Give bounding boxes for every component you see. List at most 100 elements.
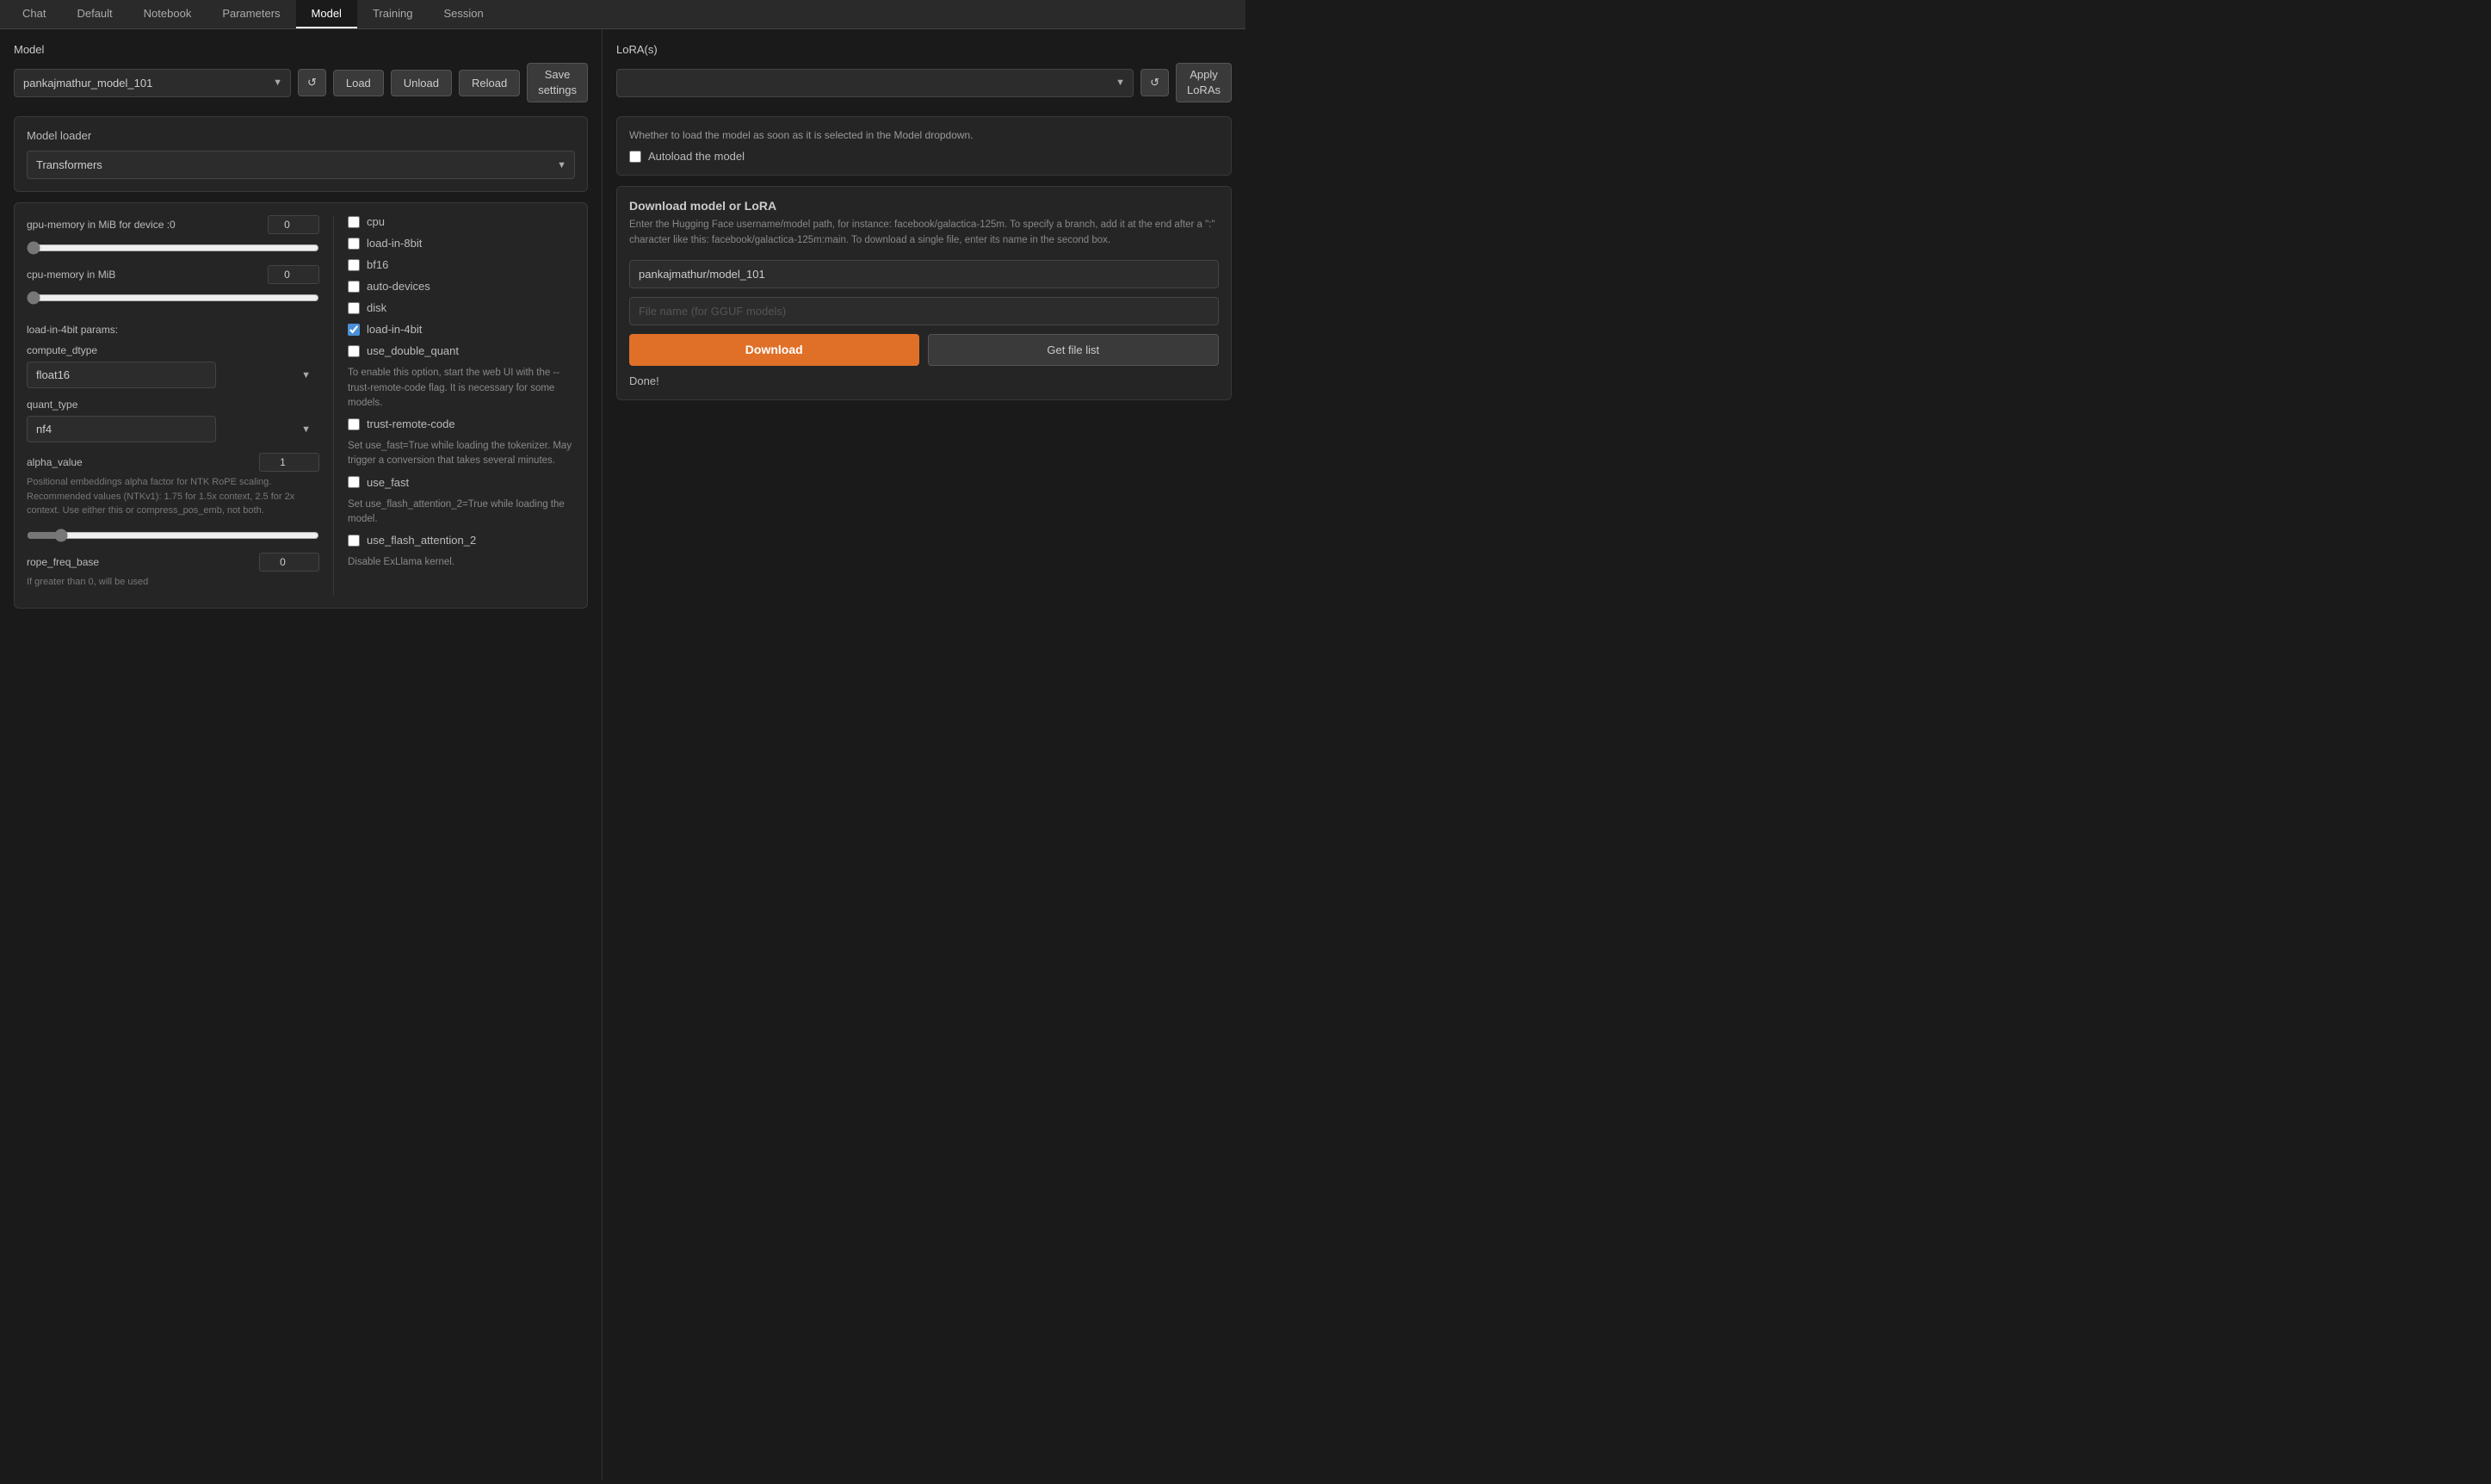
checkbox-flash-attn[interactable] [348,535,360,547]
tab-model[interactable]: Model [296,0,357,28]
check-bf16: bf16 [348,258,575,271]
flash-attn-note: Set use_flash_attention_2=True while loa… [348,498,575,528]
file-name-input[interactable] [629,297,1219,325]
checkbox-cpu[interactable] [348,216,360,228]
check-cpu: cpu [348,215,575,228]
params-left: gpu-memory in MiB for device :0 cpu-memo… [27,215,319,596]
unload-button[interactable]: Unload [391,70,452,96]
lora-select[interactable] [616,69,1134,97]
check-trust-remote: trust-remote-code [348,417,575,430]
load-button[interactable]: Load [333,70,384,96]
lora-refresh-button[interactable]: ↺ [1140,69,1169,96]
cpu-memory-input[interactable] [268,265,319,284]
autoload-box: Whether to load the model as soon as it … [616,116,1232,176]
apply-loras-button[interactable]: Apply LoRAs [1176,63,1232,102]
tab-chat[interactable]: Chat [7,0,61,28]
model-select-wrapper: pankajmathur_model_101 ▼ [14,69,291,97]
check-load-8bit: load-in-8bit [348,237,575,250]
trust-remote-note: To enable this option, start the web UI … [348,366,575,411]
model-loader-label: Model loader [27,129,575,142]
alpha-value-input[interactable] [259,453,319,472]
check-load-8bit-label: load-in-8bit [367,237,422,250]
alpha-value-label: alpha_value [27,456,83,468]
tab-training[interactable]: Training [357,0,428,28]
cpu-memory-label: cpu-memory in MiB [27,269,115,281]
check-use-double-quant: use_double_quant [348,344,575,357]
model-refresh-button[interactable]: ↺ [298,69,326,96]
model-path-input[interactable] [629,260,1219,288]
cpu-memory-row: cpu-memory in MiB [27,265,319,284]
check-trust-remote-label: trust-remote-code [367,417,455,430]
check-load-4bit: load-in-4bit [348,323,575,336]
alpha-hint: Positional embeddings alpha factor for N… [27,475,319,518]
download-title: Download model or LoRA [629,199,1219,213]
checkbox-load-8bit[interactable] [348,238,360,250]
check-auto-devices-label: auto-devices [367,280,430,293]
download-desc: Enter the Hugging Face username/model pa… [629,218,1219,248]
use-fast-note: Set use_fast=True while loading the toke… [348,439,575,469]
tab-parameters[interactable]: Parameters [207,0,295,28]
right-panel: LoRA(s) ▼ ↺ Apply LoRAs Whether to load … [603,29,1246,1481]
model-select[interactable]: pankajmathur_model_101 [14,69,291,97]
compute-dtype-label: compute_dtype [27,344,319,356]
params-divider [333,215,334,596]
checkbox-bf16[interactable] [348,259,360,271]
main-content: Model pankajmathur_model_101 ▼ ↺ Load Un… [0,29,1246,1481]
checkbox-disk[interactable] [348,302,360,314]
check-use-fast: use_fast [348,476,575,489]
checkbox-load-4bit[interactable] [348,324,360,336]
cpu-memory-slider[interactable] [27,291,319,305]
rope-freq-hint: If greater than 0, will be used [27,575,319,590]
rope-freq-label: rope_freq_base [27,556,99,568]
rope-freq-row: rope_freq_base [27,553,319,572]
params-right: cpu load-in-8bit bf16 auto-devices disk [348,215,575,596]
gpu-memory-slider[interactable] [27,241,319,255]
gpu-memory-label: gpu-memory in MiB for device :0 [27,219,176,231]
check-use-fast-label: use_fast [367,476,409,489]
params-box: gpu-memory in MiB for device :0 cpu-memo… [14,202,588,609]
download-button[interactable]: Download [629,334,919,366]
reload-button[interactable]: Reload [459,70,520,96]
check-use-double-quant-label: use_double_quant [367,344,459,357]
check-bf16-label: bf16 [367,258,388,271]
compute-dtype-select[interactable]: float16float32bfloat16 [27,362,216,388]
tab-notebook[interactable]: Notebook [128,0,207,28]
checkbox-auto-devices[interactable] [348,281,360,293]
compute-dtype-arrow-icon: ▼ [301,370,311,380]
lora-select-wrapper: ▼ [616,69,1134,97]
model-row: pankajmathur_model_101 ▼ ↺ Load Unload R… [14,63,588,102]
alpha-value-slider[interactable] [27,529,319,542]
quant-type-wrapper: nf4fp4 ▼ [27,416,319,442]
check-auto-devices: auto-devices [348,280,575,293]
checkbox-trust-remote[interactable] [348,418,360,430]
save-settings-button[interactable]: Save settings [527,63,588,102]
compute-dtype-wrapper: float16float32bfloat16 ▼ [27,362,319,388]
autoload-checkbox[interactable] [629,151,641,163]
status-text: Done! [629,374,1219,387]
autoload-check-row: Autoload the model [629,150,1219,163]
model-loader-select-wrapper: Transformers ▼ [27,151,575,179]
alpha-value-row: alpha_value [27,453,319,472]
lora-row: ▼ ↺ Apply LoRAs [616,63,1232,102]
model-loader-box: Model loader Transformers ▼ [14,116,588,192]
checkbox-use-fast[interactable] [348,476,360,488]
gpu-memory-input[interactable] [268,215,319,234]
autoload-label: Autoload the model [648,150,745,163]
model-loader-select[interactable]: Transformers [27,151,575,179]
download-btn-row: Download Get file list [629,334,1219,366]
lora-section-label: LoRA(s) [616,43,1232,56]
quant-type-select[interactable]: nf4fp4 [27,416,216,442]
tab-session[interactable]: Session [428,0,498,28]
checkbox-use-double-quant[interactable] [348,345,360,357]
check-disk-label: disk [367,301,386,314]
download-box: Download model or LoRA Enter the Hugging… [616,186,1232,400]
tab-bar: Chat Default Notebook Parameters Model T… [0,0,1246,29]
autoload-desc: Whether to load the model as soon as it … [629,129,1219,141]
rope-freq-input[interactable] [259,553,319,572]
check-cpu-label: cpu [367,215,385,228]
check-disk: disk [348,301,575,314]
tab-default[interactable]: Default [61,0,127,28]
quant-type-label: quant_type [27,399,319,411]
get-file-list-button[interactable]: Get file list [928,334,1220,366]
check-flash-attn-label: use_flash_attention_2 [367,534,476,547]
